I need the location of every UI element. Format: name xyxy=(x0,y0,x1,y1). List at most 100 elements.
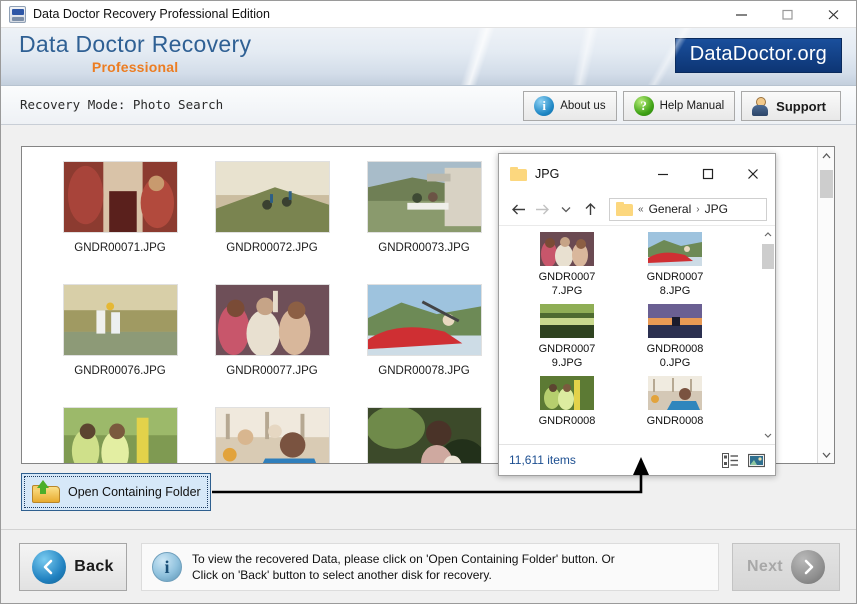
file-name-line1: GNDR0008 xyxy=(646,343,704,355)
recent-locations-chevron-down-icon[interactable] xyxy=(555,197,577,221)
title-bar: Data Doctor Recovery Professional Editio… xyxy=(1,1,856,28)
minimize-button[interactable] xyxy=(718,1,764,28)
breadcrumb-general[interactable]: General xyxy=(649,202,692,216)
thumbnail-cell[interactable] xyxy=(40,407,200,463)
photo-thumbnail xyxy=(62,407,178,463)
explorer-scroll-up-icon[interactable] xyxy=(761,226,775,242)
explorer-file-item[interactable]: GNDR0007 7.JPG xyxy=(513,232,621,298)
thumbnail-label: GNDR00073.JPG xyxy=(378,242,470,254)
window-controls xyxy=(718,1,856,28)
open-containing-folder-button[interactable]: Open Containing Folder xyxy=(21,473,211,511)
scroll-up-arrow-icon[interactable] xyxy=(818,147,834,164)
person-icon xyxy=(750,96,770,116)
photo-thumbnail xyxy=(366,161,482,233)
file-name-line2: 9.JPG xyxy=(551,357,583,369)
thumbnail-cell[interactable]: GNDR00078.JPG xyxy=(344,284,504,377)
chevron-left-icon xyxy=(32,550,67,584)
scroll-down-arrow-icon[interactable] xyxy=(818,446,834,463)
file-thumbnail xyxy=(540,376,594,410)
status-info-text: To view the recovered Data, please click… xyxy=(192,551,615,583)
back-arrow-icon[interactable] xyxy=(507,197,529,221)
breadcrumb-jpg[interactable]: JPG xyxy=(705,202,728,216)
explorer-navigation-bar: « General › JPG xyxy=(499,193,775,225)
file-name-line1: GNDR0007 xyxy=(538,343,596,355)
about-us-label: About us xyxy=(560,100,606,112)
thumbnail-cell[interactable]: GNDR00076.JPG xyxy=(40,284,200,377)
photo-thumbnail xyxy=(62,161,178,233)
thumbnail-label: GNDR00072.JPG xyxy=(226,242,318,254)
forward-arrow-icon[interactable] xyxy=(531,197,553,221)
question-icon: ? xyxy=(633,96,654,116)
breadcrumb-overflow[interactable]: « xyxy=(638,204,644,215)
back-button[interactable]: Back xyxy=(19,543,127,591)
panel-scrollbar[interactable] xyxy=(817,147,834,463)
explorer-scrollbar[interactable] xyxy=(761,226,775,442)
explorer-file-item[interactable]: GNDR0008 xyxy=(513,376,621,428)
file-thumbnail xyxy=(648,304,702,338)
thumbnail-label: GNDR00078.JPG xyxy=(378,365,470,377)
details-view-icon[interactable] xyxy=(722,452,739,468)
explorer-window-controls xyxy=(640,154,775,193)
support-label: Support xyxy=(776,98,826,114)
explorer-scroll-down-icon[interactable] xyxy=(761,427,775,442)
photo-thumbnail xyxy=(214,284,330,356)
brand-text-block: Data Doctor Recovery Professional xyxy=(19,31,251,75)
photo-thumbnail xyxy=(366,284,482,356)
thumbnail-cell[interactable] xyxy=(192,407,352,463)
file-name-line1: GNDR0007 xyxy=(538,271,596,283)
explorer-file-item[interactable]: GNDR0007 9.JPG xyxy=(513,304,621,370)
about-us-button[interactable]: i About us xyxy=(523,91,617,121)
explorer-scrollbar-thumb[interactable] xyxy=(762,244,774,269)
photo-thumbnail xyxy=(62,284,178,356)
large-icons-view-icon[interactable] xyxy=(748,453,765,468)
folder-icon xyxy=(510,166,527,181)
view-mode-buttons xyxy=(722,452,765,468)
breadcrumb-separator: › xyxy=(696,203,700,215)
explorer-minimize-button[interactable] xyxy=(640,154,685,193)
scrollbar-thumb[interactable] xyxy=(820,170,833,198)
file-name-line1: GNDR0008 xyxy=(538,415,596,427)
thumbnail-cell[interactable]: GNDR00077.JPG xyxy=(192,284,352,377)
close-button[interactable] xyxy=(810,1,856,28)
up-arrow-icon[interactable] xyxy=(579,197,601,221)
thumbnail-label: GNDR00076.JPG xyxy=(74,365,166,377)
file-name-line1: GNDR0008 xyxy=(646,415,704,427)
open-containing-folder-label: Open Containing Folder xyxy=(68,485,201,499)
thumbnail-label: GNDR00077.JPG xyxy=(226,365,318,377)
file-thumbnail xyxy=(648,376,702,410)
info-icon: i xyxy=(152,552,182,582)
thumbnail-cell[interactable]: GNDR00072.JPG xyxy=(192,161,352,254)
back-button-label: Back xyxy=(74,558,114,575)
recovery-mode-bar: Recovery Mode: Photo Search i About us ?… xyxy=(1,85,856,125)
support-button[interactable]: Support xyxy=(741,91,841,121)
thumbnail-cell[interactable] xyxy=(344,407,504,463)
explorer-icon-grid: GNDR0007 7.JPG GNDR0007 8.JPG GNDR0007 9… xyxy=(499,226,759,442)
thumbnail-cell[interactable]: GNDR00073.JPG xyxy=(344,161,504,254)
status-info-box: i To view the recovered Data, please cli… xyxy=(141,543,719,591)
help-manual-label: Help Manual xyxy=(659,100,725,112)
explorer-maximize-button[interactable] xyxy=(685,154,730,193)
help-manual-button[interactable]: ? Help Manual xyxy=(622,91,736,121)
explorer-close-button[interactable] xyxy=(730,154,775,193)
brand-subtitle: Professional xyxy=(91,59,179,75)
header-button-group: i About us ? Help Manual Support xyxy=(523,91,841,121)
explorer-file-item[interactable]: GNDR0007 8.JPG xyxy=(621,232,729,298)
recovery-mode-label: Recovery Mode: Photo Search xyxy=(20,97,224,112)
next-button[interactable]: Next xyxy=(732,543,840,591)
explorer-file-item[interactable]: GNDR0008 xyxy=(621,376,729,428)
datadoctor-logo-badge[interactable]: DataDoctor.org xyxy=(674,38,842,73)
chevron-right-icon xyxy=(790,550,825,584)
address-folder-icon xyxy=(616,202,633,216)
address-bar[interactable]: « General › JPG xyxy=(609,197,767,221)
status-info-line2: Click on 'Back' button to select another… xyxy=(192,568,492,582)
folder-up-icon xyxy=(32,480,60,503)
app-icon xyxy=(9,5,26,23)
explorer-title: JPG xyxy=(535,166,560,181)
info-icon: i xyxy=(534,96,555,116)
file-thumbnail xyxy=(540,232,594,266)
explorer-title-bar: JPG xyxy=(499,154,775,193)
thumbnail-cell[interactable]: GNDR00071.JPG xyxy=(40,161,200,254)
brand-header: Data Doctor Recovery Professional DataDo… xyxy=(1,28,856,85)
explorer-file-item[interactable]: GNDR0008 0.JPG xyxy=(621,304,729,370)
maximize-button[interactable] xyxy=(764,1,810,28)
